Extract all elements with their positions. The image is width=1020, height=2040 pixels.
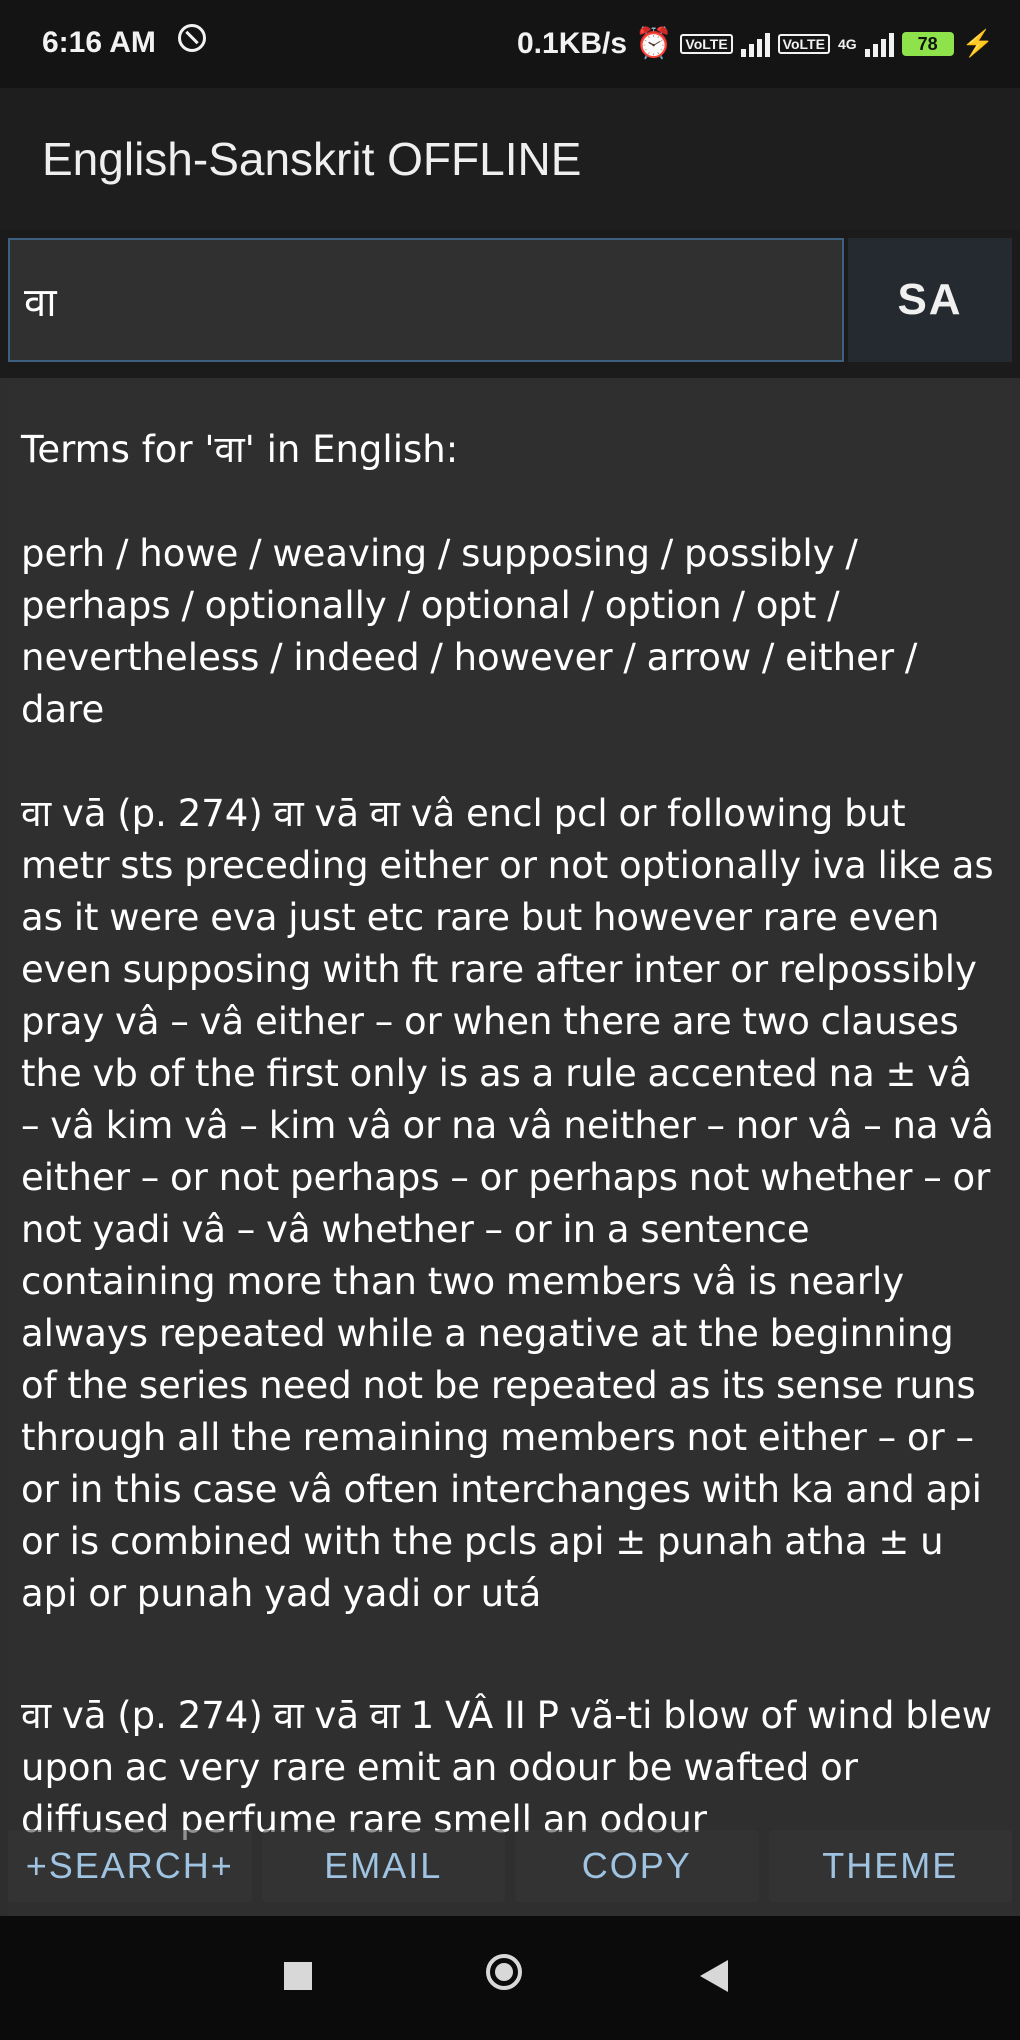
english-terms: perh / howe / weaving / supposing / poss… [21, 532, 918, 731]
app-bar: English-Sanskrit OFFLINE [0, 88, 1020, 230]
back-icon[interactable] [700, 1960, 728, 1992]
app-title: English-Sanskrit OFFLINE [42, 133, 582, 185]
status-time: 6:16 AM [42, 26, 156, 59]
system-nav-bar [0, 1916, 1020, 2040]
do-not-disturb-icon [178, 24, 206, 52]
action-buttons: +SEARCH+ EMAIL COPY THEME [8, 1830, 1012, 1916]
network-type: 4G [837, 35, 857, 52]
status-icons: 0.1KB/s ⏰ VoLTE VoLTE 4G 78 ⚡ [517, 26, 994, 61]
result-heading: Terms for 'वा' in English: [21, 428, 459, 471]
volte-icon: VoLTE [680, 33, 733, 54]
net-speed: 0.1KB/s [516, 26, 628, 60]
charging-icon: ⚡ [961, 28, 994, 58]
result-panel[interactable]: Terms for 'वा' in English: perh / howe /… [8, 380, 1012, 1916]
volte-icon-2: VoLTE [777, 33, 830, 54]
signal-icon [740, 31, 770, 57]
alarm-icon: ⏰ [635, 27, 673, 60]
search-input[interactable] [8, 238, 844, 362]
theme-button[interactable]: THEME [768, 1830, 1012, 1902]
copy-button[interactable]: COPY [515, 1830, 759, 1902]
dictionary-entry-2: वा vā (p. 274) वा vā वा 1 VÂ II P vã-ti … [21, 1694, 992, 1841]
email-button[interactable]: EMAIL [261, 1830, 505, 1902]
language-toggle-button[interactable]: SA [848, 238, 1012, 362]
signal-icon-2 [864, 31, 894, 57]
dictionary-entry-1: वा vā (p. 274) वा vā वा vâ encl pcl or f… [21, 792, 994, 1615]
home-icon[interactable] [486, 1954, 522, 1990]
battery-icon: 78 [901, 31, 954, 56]
recents-icon[interactable] [284, 1962, 312, 1990]
search-row: SA [0, 230, 1020, 378]
status-bar: 6:16 AM 0.1KB/s ⏰ VoLTE VoLTE 4G 78 ⚡ [0, 0, 1020, 88]
search-button[interactable]: +SEARCH+ [8, 1830, 252, 1902]
